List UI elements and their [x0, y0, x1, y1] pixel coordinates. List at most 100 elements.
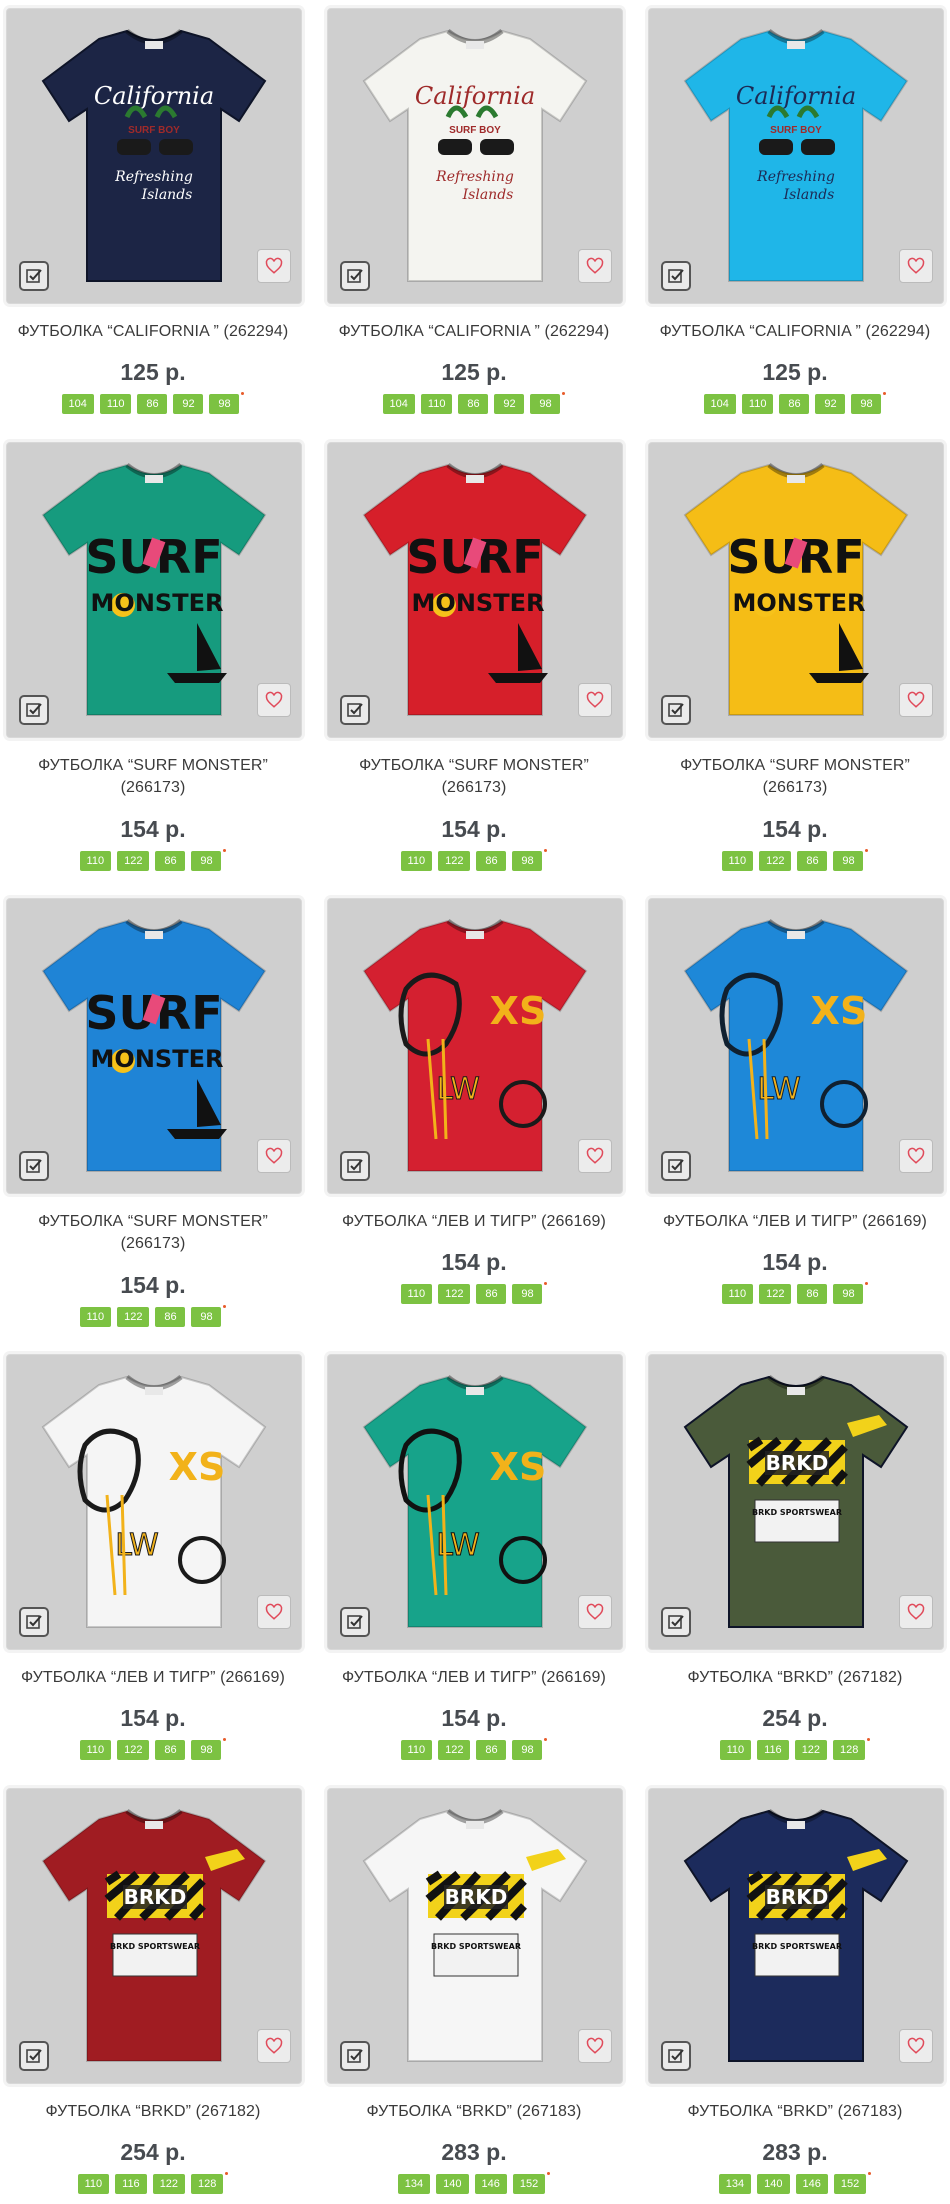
size-tag[interactable]: 110 [721, 1284, 754, 1304]
size-tag[interactable]: 122 [117, 1740, 150, 1760]
size-tag[interactable]: 104 [703, 394, 736, 414]
product-card[interactable]: California SURF BOY Refreshing Islands ФУТБО… [324, 4, 624, 424]
size-tag[interactable]: 86 [476, 1740, 507, 1760]
favorite-button[interactable] [578, 683, 612, 717]
size-tag[interactable]: 152 [512, 2174, 546, 2194]
product-title[interactable]: ФУТБОЛКА “CALIFORNIA ” (262294) [3, 321, 303, 343]
size-tag[interactable]: 98 [191, 1307, 222, 1327]
compare-checkbox[interactable] [661, 261, 691, 291]
size-tag[interactable]: 122 [759, 1284, 792, 1304]
product-title[interactable]: ФУТБОЛКА “ЛЕВ И ТИГР” (266169) [324, 1667, 624, 1689]
size-tag[interactable]: 110 [719, 1740, 752, 1760]
product-image[interactable]: BRKD BRKD SPORTSWEAR [648, 1788, 944, 2084]
favorite-button[interactable] [578, 2029, 612, 2063]
size-tag[interactable]: 92 [815, 394, 846, 414]
compare-checkbox[interactable] [340, 261, 370, 291]
compare-checkbox[interactable] [19, 1607, 49, 1637]
size-tag[interactable]: 98 [512, 851, 543, 871]
compare-checkbox[interactable] [661, 1151, 691, 1181]
product-card[interactable]: SURFMONSTER ФУТБОЛКА “SURF MONSTER” (2661… [3, 894, 303, 1327]
size-tag[interactable]: 122 [152, 2174, 186, 2194]
size-tag[interactable]: 86 [155, 1307, 186, 1327]
product-card[interactable]: California SURF BOY Refreshing Islands ФУТБО… [645, 4, 945, 424]
size-tag[interactable]: 86 [797, 851, 828, 871]
favorite-button[interactable] [257, 1595, 291, 1629]
product-title[interactable]: ФУТБОЛКА “BRKD” (267183) [324, 2101, 624, 2123]
product-title[interactable]: ФУТБОЛКА “ЛЕВ И ТИГР” (266169) [324, 1211, 624, 1233]
size-tag[interactable]: 152 [833, 2174, 867, 2194]
compare-checkbox[interactable] [19, 1151, 49, 1181]
favorite-button[interactable] [899, 2029, 933, 2063]
size-tag[interactable]: 110 [400, 1284, 433, 1304]
favorite-button[interactable] [899, 1595, 933, 1629]
product-image[interactable]: SURFMONSTER [327, 442, 623, 738]
product-image[interactable]: California SURF BOY Refreshing Islands [648, 8, 944, 304]
size-tag[interactable]: 98 [833, 851, 864, 871]
product-image[interactable]: California SURF BOY Refreshing Islands [6, 8, 302, 304]
size-tag[interactable]: 146 [474, 2174, 507, 2194]
compare-checkbox[interactable] [340, 695, 370, 725]
size-tag[interactable]: 98 [191, 851, 222, 871]
favorite-button[interactable] [899, 1139, 933, 1173]
size-tag[interactable]: 110 [79, 1740, 112, 1760]
favorite-button[interactable] [257, 2029, 291, 2063]
size-tag[interactable]: 134 [397, 2174, 431, 2194]
compare-checkbox[interactable] [340, 2041, 370, 2071]
size-tag[interactable]: 110 [79, 851, 112, 871]
size-tag[interactable]: 86 [155, 1740, 186, 1760]
product-card[interactable]: XS LW ФУТБОЛКА “ЛЕВ И ТИГР” (266169) 154 р.… [324, 1350, 624, 1770]
favorite-button[interactable] [578, 1595, 612, 1629]
size-tag[interactable]: 86 [779, 394, 810, 414]
size-tag[interactable]: 92 [494, 394, 525, 414]
size-tag[interactable]: 116 [757, 1740, 789, 1760]
size-tag[interactable]: 110 [721, 851, 754, 871]
size-tag[interactable]: 122 [438, 851, 471, 871]
product-image[interactable]: SURFMONSTER [6, 898, 302, 1194]
product-image[interactable]: SURFMONSTER [6, 442, 302, 738]
favorite-button[interactable] [578, 1139, 612, 1173]
size-tag[interactable]: 110 [400, 851, 433, 871]
size-tag[interactable]: 98 [851, 394, 882, 414]
product-image[interactable]: BRKD BRKD SPORTSWEAR [6, 1788, 302, 2084]
size-tag[interactable]: 116 [115, 2174, 147, 2194]
product-image[interactable]: BRKD BRKD SPORTSWEAR [327, 1788, 623, 2084]
favorite-button[interactable] [578, 249, 612, 283]
product-title[interactable]: ФУТБОЛКА “CALIFORNIA ” (262294) [645, 321, 945, 343]
size-tag[interactable]: 86 [458, 394, 489, 414]
size-tag[interactable]: 86 [137, 394, 168, 414]
size-tag[interactable]: 128 [833, 1740, 866, 1760]
product-title[interactable]: ФУТБОЛКА “SURF MONSTER” (266173) [645, 755, 945, 799]
product-title[interactable]: ФУТБОЛКА “SURF MONSTER” (266173) [324, 755, 624, 799]
product-title[interactable]: ФУТБОЛКА “BRKD” (267183) [645, 2101, 945, 2123]
size-tag[interactable]: 122 [438, 1284, 471, 1304]
size-tag[interactable]: 140 [436, 2174, 469, 2194]
product-card[interactable]: BRKD BRKD SPORTSWEAR ФУТБОЛКА “BRKD” (2671… [645, 1784, 945, 2204]
favorite-button[interactable] [257, 249, 291, 283]
product-image[interactable]: XS LW [6, 1354, 302, 1650]
size-tag[interactable]: 104 [382, 394, 415, 414]
product-title[interactable]: ФУТБОЛКА “ЛЕВ И ТИГР” (266169) [3, 1667, 303, 1689]
size-tag[interactable]: 110 [420, 394, 453, 414]
size-tag[interactable]: 98 [833, 1284, 864, 1304]
size-tag[interactable]: 86 [476, 1284, 507, 1304]
size-tag[interactable]: 110 [400, 1740, 433, 1760]
compare-checkbox[interactable] [661, 695, 691, 725]
size-tag[interactable]: 104 [61, 394, 94, 414]
compare-checkbox[interactable] [19, 2041, 49, 2071]
favorite-button[interactable] [257, 1139, 291, 1173]
size-tag[interactable]: 122 [117, 851, 150, 871]
size-tag[interactable]: 122 [759, 851, 792, 871]
size-tag[interactable]: 140 [757, 2174, 790, 2194]
product-card[interactable]: SURFMONSTER ФУТБОЛКА “SURF MONSTER” (2661… [3, 438, 303, 871]
size-tag[interactable]: 98 [191, 1740, 222, 1760]
size-tag[interactable]: 122 [438, 1740, 471, 1760]
product-title[interactable]: ФУТБОЛКА “SURF MONSTER” (266173) [3, 755, 303, 799]
size-tag[interactable]: 98 [530, 394, 561, 414]
favorite-button[interactable] [899, 249, 933, 283]
product-title[interactable]: ФУТБОЛКА “SURF MONSTER” (266173) [3, 1211, 303, 1255]
product-title[interactable]: ФУТБОЛКА “BRKD” (267182) [3, 2101, 303, 2123]
product-card[interactable]: XS LW ФУТБОЛКА “ЛЕВ И ТИГР” (266169) 154 р.… [645, 894, 945, 1314]
size-tag[interactable]: 110 [741, 394, 774, 414]
compare-checkbox[interactable] [19, 261, 49, 291]
product-card[interactable]: XS LW ФУТБОЛКА “ЛЕВ И ТИГР” (266169) 154 р.… [324, 894, 624, 1314]
